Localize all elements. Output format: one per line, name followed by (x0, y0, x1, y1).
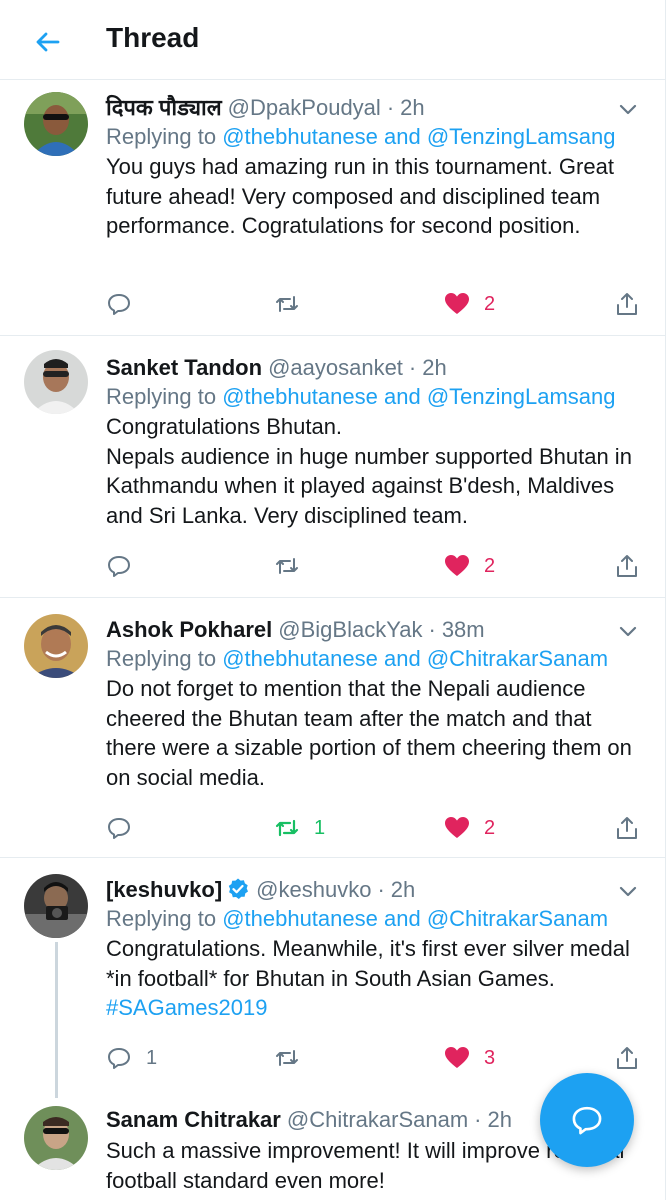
heart-icon (445, 555, 469, 576)
timestamp[interactable]: 2h (391, 877, 415, 902)
tweet-actions: 1 3 (106, 1040, 646, 1076)
display-name[interactable]: Ashok Pokharel (106, 617, 272, 642)
like-button[interactable]: 2 (444, 810, 495, 846)
tweet-text: Congratulations Bhutan. Nepals audience … (106, 414, 632, 528)
tweet-text: You guys had amazing run in this tournam… (106, 154, 614, 238)
mention-link[interactable]: @ChitrakarSanam (427, 646, 608, 671)
tweet[interactable]: Ashok Pokharel @BigBlackYak · 38m Replying … (0, 598, 666, 858)
replying-to: Replying to @thebhutanese and @TenzingLa… (106, 384, 616, 409)
mention-link[interactable]: @thebhutanese (222, 384, 378, 409)
retweet-icon (276, 296, 298, 312)
back-arrow-icon (36, 32, 60, 52)
reply-button[interactable] (106, 548, 146, 584)
user-handle[interactable]: @BigBlackYak (278, 617, 422, 642)
share-button[interactable] (614, 548, 640, 584)
timestamp[interactable]: 38m (442, 617, 485, 642)
reply-icon (108, 818, 130, 839)
tweet[interactable]: [keshuvko] @keshuvko · 2h Replying to @theb… (0, 858, 666, 1098)
compose-reply-icon (572, 1106, 602, 1135)
tweet[interactable]: Sanket Tandon @aayosanket · 2h Replying to … (0, 336, 666, 598)
mention-link[interactable]: @TenzingLamsang (427, 384, 616, 409)
top-bar: Thread (0, 0, 666, 80)
retweet-icon (276, 1050, 298, 1066)
reply-icon (108, 1048, 130, 1069)
thread-connector (55, 942, 58, 1098)
reply-icon (108, 556, 130, 577)
chevron-down-icon[interactable] (616, 620, 640, 644)
timestamp[interactable]: 2h (487, 1107, 511, 1132)
reply-button[interactable] (106, 810, 146, 846)
display-name[interactable]: Sanam Chitrakar (106, 1107, 281, 1132)
retweet-icon (275, 819, 299, 837)
retweet-button[interactable]: 1 (274, 810, 325, 846)
back-button[interactable] (28, 22, 68, 62)
share-icon (617, 555, 637, 577)
like-button[interactable]: 2 (444, 548, 495, 584)
like-button[interactable]: 3 (444, 1040, 495, 1076)
mention-link[interactable]: @ChitrakarSanam (427, 906, 608, 931)
chevron-down-icon[interactable] (616, 880, 640, 904)
hashtag-link[interactable]: #SAGames2019 (106, 995, 267, 1020)
share-icon (617, 1047, 637, 1069)
display-name[interactable]: [keshuvko] (106, 877, 222, 902)
avatar[interactable] (24, 1106, 88, 1170)
tweet-actions: 2 (106, 286, 646, 322)
heart-icon (445, 817, 469, 838)
display-name[interactable]: दिपक पौड्याल (106, 95, 222, 120)
reply-icon (108, 294, 130, 315)
share-icon (617, 817, 637, 839)
page-title: Thread (106, 22, 200, 53)
timestamp[interactable]: 2h (400, 95, 424, 120)
compose-reply-button[interactable] (540, 1073, 634, 1167)
user-handle[interactable]: @DpakPoudyal (228, 95, 381, 120)
reply-button[interactable] (106, 286, 146, 322)
share-icon (617, 293, 637, 315)
reply-button[interactable]: 1 (106, 1040, 157, 1076)
user-handle[interactable]: @aayosanket (268, 355, 403, 380)
heart-icon (445, 1047, 469, 1068)
share-button[interactable] (614, 286, 640, 322)
like-button[interactable]: 2 (444, 286, 495, 322)
avatar[interactable] (24, 614, 88, 678)
tweet[interactable]: दिपक पौड्याल @DpakPoudyal · 2h Replying to … (0, 80, 666, 336)
tweet-text: Do not forget to mention that the Nepali… (106, 676, 632, 790)
replying-to: Replying to @thebhutanese and @Chitrakar… (106, 906, 609, 931)
mention-link[interactable]: @TenzingLamsang (427, 124, 616, 149)
replying-to: Replying to @thebhutanese and @Chitrakar… (106, 646, 609, 671)
timestamp[interactable]: 2h (422, 355, 446, 380)
retweet-button[interactable] (274, 286, 314, 322)
retweet-button[interactable] (274, 1040, 314, 1076)
mention-link[interactable]: @thebhutanese (222, 906, 378, 931)
mention-link[interactable]: @thebhutanese (222, 646, 378, 671)
user-handle[interactable]: @keshuvko (256, 877, 371, 902)
chevron-down-icon[interactable] (616, 98, 640, 122)
display-name[interactable]: Sanket Tandon (106, 355, 262, 380)
mention-link[interactable]: @thebhutanese (222, 124, 378, 149)
retweet-button[interactable] (274, 548, 314, 584)
heart-icon (445, 293, 469, 314)
user-handle[interactable]: @ChitrakarSanam (287, 1107, 468, 1132)
share-button[interactable] (614, 1040, 640, 1076)
avatar[interactable] (24, 874, 88, 938)
tweet-text: Congratulations. Meanwhile, it's first e… (106, 936, 630, 1020)
avatar[interactable] (24, 350, 88, 414)
retweet-icon (276, 558, 298, 574)
tweet-actions: 2 (106, 548, 646, 584)
verified-badge-icon (228, 878, 249, 899)
replying-to: Replying to @thebhutanese and @TenzingLa… (106, 124, 616, 149)
share-button[interactable] (614, 810, 640, 846)
tweet-actions: 1 2 (106, 810, 646, 846)
avatar[interactable] (24, 92, 88, 156)
